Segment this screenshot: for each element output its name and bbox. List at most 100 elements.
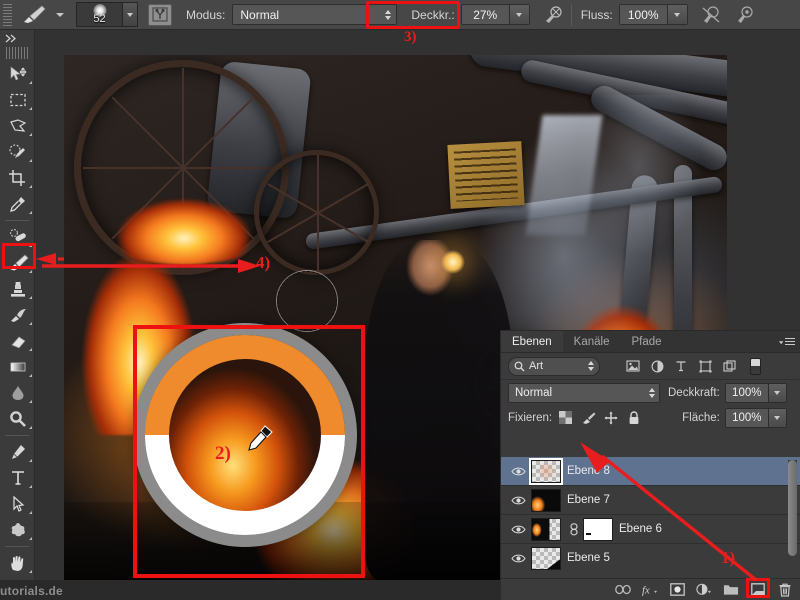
sidebar-item-crop-tool[interactable] xyxy=(0,165,35,191)
footer-strip xyxy=(0,580,500,600)
layer-thumbnail[interactable] xyxy=(531,546,561,570)
brush-preset-picker[interactable] xyxy=(20,3,64,27)
table-row[interactable]: Ebene 7 xyxy=(501,486,800,515)
sidebar-item-type-tool[interactable] xyxy=(0,465,35,491)
layer-opacity-control[interactable]: 100% xyxy=(724,382,787,403)
lock-all-icon[interactable] xyxy=(624,408,644,428)
layer-thumbnail[interactable] xyxy=(531,488,561,512)
new-layer-button[interactable] xyxy=(750,582,766,598)
filter-toggle-icon[interactable] xyxy=(750,357,761,375)
sidebar-item-pen-tool[interactable] xyxy=(0,439,35,465)
tab-label: Pfade xyxy=(631,335,662,348)
pixel-filter-icon[interactable] xyxy=(622,357,644,376)
layer-mask-button[interactable] xyxy=(669,582,685,598)
sidebar-item-blur-tool[interactable] xyxy=(0,380,35,406)
new-layer-icon xyxy=(751,583,765,596)
adjustment-filter-icon[interactable] xyxy=(646,357,668,376)
sidebar-item-gradient-tool[interactable] xyxy=(0,354,35,380)
opacity-control[interactable]: 27% xyxy=(460,4,530,25)
sidebar-item-path-selection-tool[interactable] xyxy=(0,491,35,517)
flow-value[interactable]: 100% xyxy=(620,5,667,24)
link-layers-button[interactable] xyxy=(615,582,631,598)
layer-visibility-toggle[interactable] xyxy=(505,524,531,535)
sidebar-item-dodge-tool[interactable] xyxy=(0,406,35,432)
lock-transparency-icon[interactable] xyxy=(555,408,575,428)
shape-filter-icon[interactable] xyxy=(694,357,716,376)
layer-name[interactable]: Ebene 5 xyxy=(567,552,610,564)
table-row[interactable]: Ebene 6 xyxy=(501,515,800,544)
brush-size-field[interactable]: 52 xyxy=(77,3,122,26)
tab-kanaele[interactable]: Kanäle xyxy=(563,331,621,352)
link-icon xyxy=(615,584,631,595)
eye-icon xyxy=(510,525,526,533)
layer-list[interactable]: Ebene 8 Ebene 7 Ebene 6 Ebene 5 xyxy=(501,457,800,570)
flow-dropdown-button[interactable] xyxy=(666,5,687,24)
sidebar-item-eraser-tool[interactable] xyxy=(0,328,35,354)
chevron-down-icon[interactable] xyxy=(56,12,64,17)
layer-fill-control[interactable]: 100% xyxy=(724,407,787,428)
sidebar-item-hand-tool[interactable] xyxy=(0,550,35,576)
tab-pfade[interactable]: Pfade xyxy=(620,331,672,352)
smart-object-filter-icon[interactable] xyxy=(718,357,740,376)
layer-list-scrollbar[interactable] xyxy=(788,460,797,560)
delete-layer-button[interactable] xyxy=(777,582,793,598)
opacity-value[interactable]: 27% xyxy=(462,5,509,24)
layer-name[interactable]: Ebene 7 xyxy=(567,494,610,506)
tools-panel-grip[interactable] xyxy=(6,47,28,59)
panel-tab-bar: Ebenen Kanäle Pfade xyxy=(501,331,800,353)
mask-link-icon[interactable] xyxy=(567,522,580,536)
eyedropper-icon xyxy=(9,197,25,212)
eye-icon xyxy=(510,496,526,504)
sidebar-item-brush-tool[interactable] xyxy=(0,250,35,276)
table-row[interactable]: Ebene 5 xyxy=(501,544,800,570)
layer-name[interactable]: Ebene 6 xyxy=(619,523,662,535)
opacity-dropdown-button[interactable] xyxy=(508,5,529,24)
sidebar-item-shape-tool[interactable] xyxy=(0,517,35,543)
layer-opacity-value[interactable]: 100% xyxy=(726,384,768,402)
adjustment-layer-button[interactable] xyxy=(696,582,712,598)
opacity-label: Deckkr.: xyxy=(411,7,455,22)
sidebar-item-clone-stamp-tool[interactable] xyxy=(0,276,35,302)
tablet-pressure-icon[interactable] xyxy=(148,3,172,26)
pressure-size-icon[interactable] xyxy=(734,4,756,26)
layer-visibility-toggle[interactable] xyxy=(505,466,531,477)
table-row[interactable]: Ebene 8 xyxy=(501,457,800,486)
lock-position-icon[interactable] xyxy=(601,408,621,428)
airbrush-icon[interactable] xyxy=(542,4,564,26)
sidebar-item-lasso-tool[interactable] xyxy=(0,113,35,139)
sidebar-item-history-brush-tool[interactable] xyxy=(0,302,35,328)
options-bar-grip[interactable] xyxy=(3,3,12,26)
sidebar-item-move-tool[interactable] xyxy=(0,61,35,87)
sidebar-item-healing-brush-tool[interactable] xyxy=(0,224,35,250)
layer-style-button[interactable]: fx xyxy=(642,582,658,598)
new-group-button[interactable] xyxy=(723,582,739,598)
layer-fill-dropdown-button[interactable] xyxy=(767,408,786,427)
sidebar-item-marquee-tool[interactable] xyxy=(0,87,35,113)
layer-thumbnail[interactable] xyxy=(531,517,561,541)
tab-ebenen[interactable]: Ebenen xyxy=(501,331,563,352)
brush-size-stepper[interactable]: 52 xyxy=(76,2,138,27)
brush-size-dropdown-button[interactable] xyxy=(122,3,137,26)
sidebar-item-quick-selection-tool[interactable] xyxy=(0,139,35,165)
brush-size-value: 52 xyxy=(93,13,106,25)
tools-collapse-button[interactable] xyxy=(0,30,34,46)
layer-opacity-dropdown-button[interactable] xyxy=(767,383,786,402)
scrollbar-thumb[interactable] xyxy=(788,460,797,556)
filter-kind-select[interactable]: Art xyxy=(508,356,600,376)
layer-opacity-label: Deckkraft: xyxy=(668,386,720,399)
layer-visibility-toggle[interactable] xyxy=(505,495,531,506)
layer-thumbnail[interactable] xyxy=(529,457,563,485)
layer-visibility-toggle[interactable] xyxy=(505,553,531,564)
sidebar-item-eyedropper-tool[interactable] xyxy=(0,191,35,217)
type-filter-icon[interactable] xyxy=(670,357,692,376)
layer-name[interactable]: Ebene 8 xyxy=(567,465,610,477)
layer-mask-thumbnail[interactable] xyxy=(583,517,613,541)
no-pressure-icon[interactable] xyxy=(700,4,722,26)
panel-menu-icon[interactable] xyxy=(779,336,795,348)
svg-text:fx: fx xyxy=(642,586,650,597)
layer-blend-mode-select[interactable]: Normal xyxy=(508,382,660,403)
lock-image-icon[interactable] xyxy=(578,408,598,428)
flow-control[interactable]: 100% xyxy=(618,4,688,25)
layer-fill-value[interactable]: 100% xyxy=(726,409,768,427)
blend-mode-select[interactable]: Normal xyxy=(232,4,398,25)
